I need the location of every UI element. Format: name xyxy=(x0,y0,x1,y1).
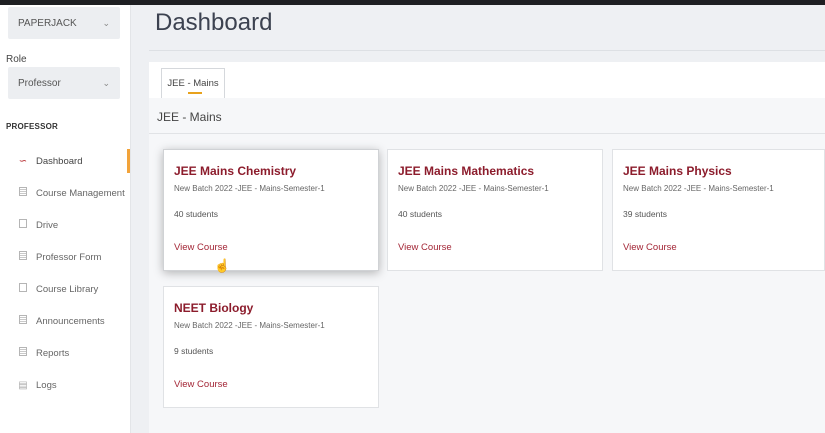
page-title: Dashboard xyxy=(155,9,273,36)
student-count: 39 students xyxy=(623,209,667,219)
student-count: 9 students xyxy=(174,346,214,356)
section-divider xyxy=(149,133,825,134)
course-batch: New Batch 2022 -JEE - Mains-Semester-1 xyxy=(174,321,325,330)
course-batch: New Batch 2022 -JEE - Mains-Semester-1 xyxy=(398,184,549,193)
sidebar-nav: ∽ Dashboard Course Management Drive Prof… xyxy=(0,145,130,401)
view-course-link[interactable]: View Course xyxy=(174,379,228,390)
library-icon xyxy=(16,283,30,295)
folder-icon xyxy=(16,219,30,231)
sidebar-item-label: Professor Form xyxy=(36,251,102,263)
sidebar-item-professor-form[interactable]: Professor Form xyxy=(0,241,130,273)
trend-line-icon: ∽ xyxy=(18,155,28,167)
role-label: Role xyxy=(6,54,27,65)
course-title: JEE Mains Mathematics xyxy=(398,164,535,178)
sidebar-item-drive[interactable]: Drive xyxy=(0,209,130,241)
hand-cursor-icon: ☝ xyxy=(214,258,231,273)
report-icon xyxy=(16,347,30,359)
announcement-icon xyxy=(16,315,30,327)
section-heading: PROFESSOR xyxy=(6,122,59,131)
sidebar-item-label: Logs xyxy=(36,379,57,391)
sidebar-item-label: Dashboard xyxy=(36,155,83,167)
title-divider xyxy=(149,50,825,51)
course-title: NEET Biology xyxy=(174,301,254,315)
role-select[interactable]: Professor ⌄ xyxy=(8,67,120,99)
student-count: 40 students xyxy=(398,209,442,219)
chevron-down-icon: ⌄ xyxy=(102,17,110,28)
document-icon xyxy=(16,187,30,199)
sidebar-item-logs[interactable]: ▤ Logs xyxy=(0,369,130,401)
sidebar-item-label: Drive xyxy=(36,219,59,231)
course-card-jee-mains-mathematics[interactable]: JEE Mains Mathematics New Batch 2022 -JE… xyxy=(387,149,603,271)
view-course-link[interactable]: View Course xyxy=(398,242,452,253)
sidebar-item-dashboard[interactable]: ∽ Dashboard xyxy=(0,145,130,177)
chevron-down-icon: ⌄ xyxy=(102,77,110,88)
active-tab-indicator xyxy=(188,92,202,94)
course-title: JEE Mains Physics xyxy=(623,164,732,178)
log-icon: ▤ xyxy=(18,379,28,391)
student-count: 40 students xyxy=(174,209,218,219)
course-card-jee-mains-chemistry[interactable]: JEE Mains Chemistry New Batch 2022 -JEE … xyxy=(163,149,379,273)
institution-select[interactable]: PAPERJACK ⌄ xyxy=(8,7,120,39)
course-card-neet-biology[interactable]: NEET Biology New Batch 2022 -JEE - Mains… xyxy=(163,286,379,408)
sidebar-item-label: Announcements xyxy=(36,315,105,327)
sidebar-item-announcements[interactable]: Announcements xyxy=(0,305,130,337)
form-icon xyxy=(16,251,30,263)
course-batch: New Batch 2022 -JEE - Mains-Semester-1 xyxy=(623,184,774,193)
sidebar-item-label: Course Library xyxy=(36,283,99,295)
sidebar: PAPERJACK ⌄ Role Professor ⌄ PROFESSOR ∽… xyxy=(0,5,131,433)
course-panel: JEE - Mains JEE Mains Chemistry New Batc… xyxy=(149,98,825,433)
tab-bar: JEE - Mains xyxy=(149,62,825,99)
course-batch: New Batch 2022 -JEE - Mains-Semester-1 xyxy=(174,184,325,193)
sidebar-item-course-management[interactable]: Course Management xyxy=(0,177,130,209)
role-select-value: Professor xyxy=(18,77,61,89)
view-course-link[interactable]: View Course xyxy=(623,242,677,253)
view-course-link[interactable]: View Course xyxy=(174,242,228,253)
sidebar-item-label: Reports xyxy=(36,347,70,359)
course-card-jee-mains-physics[interactable]: JEE Mains Physics New Batch 2022 -JEE - … xyxy=(612,149,825,271)
sidebar-item-label: Course Management xyxy=(36,187,125,199)
tab-label: JEE - Mains xyxy=(167,78,219,89)
sidebar-item-reports[interactable]: Reports xyxy=(0,337,130,369)
course-title: JEE Mains Chemistry xyxy=(174,164,297,178)
sidebar-item-course-library[interactable]: Course Library xyxy=(0,273,130,305)
main-content: Dashboard JEE - Mains JEE - Mains JEE Ma… xyxy=(131,5,825,433)
institution-select-value: PAPERJACK xyxy=(18,17,77,29)
section-title: JEE - Mains xyxy=(157,110,222,124)
tab-jee-mains[interactable]: JEE - Mains xyxy=(161,68,225,98)
